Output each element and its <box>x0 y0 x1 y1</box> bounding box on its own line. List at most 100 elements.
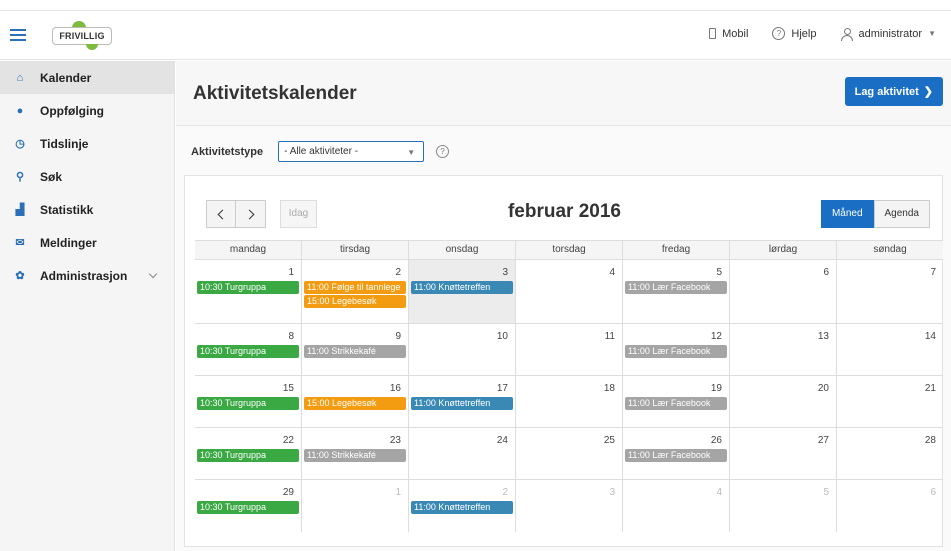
calendar-day-cell[interactable]: 6 <box>836 480 943 532</box>
calendar-grid: mandag tirsdag onsdag torsdag fredag lør… <box>195 240 943 532</box>
activity-type-select[interactable]: - Alle aktiviteter - ▼ <box>278 141 425 162</box>
day-number: 24 <box>496 435 508 446</box>
home-icon: ⌂ <box>16 71 24 84</box>
weekday-label: søndag <box>836 241 943 259</box>
calendar-day-cell[interactable]: 6 <box>729 260 836 323</box>
calendar-day-cell[interactable]: 24 <box>408 428 515 479</box>
calendar-day-cell[interactable]: 22 10:30 Turgruppa <box>195 428 301 479</box>
logo[interactable]: FRIVILLIG <box>52 21 112 50</box>
sidebar-item-kalender[interactable]: ⌂ Kalender <box>0 61 174 94</box>
calendar-event[interactable]: 11:00 Knøttetreffen <box>411 397 513 410</box>
calendar-day-cell[interactable]: 9 11:00 Strikkekafé <box>301 324 408 375</box>
calendar-day-cell[interactable]: 7 <box>836 260 943 323</box>
calendar-event[interactable]: 10:30 Turgruppa <box>197 397 299 410</box>
calendar-event[interactable]: 10:30 Turgruppa <box>197 501 299 514</box>
calendar-day-cell[interactable]: 3 <box>515 480 622 532</box>
user-menu[interactable]: administrator ▼ <box>840 27 936 41</box>
calendar-day-cell[interactable]: 1 <box>301 480 408 532</box>
calendar-day-cell[interactable]: 17 11:00 Knøttetreffen <box>408 376 515 427</box>
create-activity-button[interactable]: Lag aktivitet ❯ <box>844 77 943 106</box>
calendar-day-cell[interactable]: 4 <box>622 480 729 532</box>
chevron-right-icon: ❯ <box>923 86 933 98</box>
day-number: 20 <box>817 383 829 394</box>
calendar-day-cell[interactable]: 2 11:00 Knøttetreffen <box>408 480 515 532</box>
question-circle-icon[interactable]: ? <box>436 145 450 158</box>
calendar-day-cell[interactable]: 20 <box>729 376 836 427</box>
user-icon <box>840 27 853 41</box>
sidebar-item-statistikk[interactable]: ▟ Statistikk <box>0 193 174 226</box>
calendar-event[interactable]: 15:00 Legebesøk <box>304 397 406 410</box>
calendar-day-cell[interactable]: 12 11:00 Lær Facebook <box>622 324 729 375</box>
help-link[interactable]: ? Hjelp <box>772 27 817 40</box>
calendar-event[interactable]: 15:00 Legebesøk <box>304 295 406 308</box>
weekday-label: fredag <box>622 241 729 259</box>
calendar-day-cell[interactable]: 19 11:00 Lær Facebook <box>622 376 729 427</box>
sidebar-item-label: Administrasjon <box>40 268 128 283</box>
day-number: 6 <box>823 267 829 278</box>
agenda-view-button[interactable]: Agenda <box>873 200 930 228</box>
top-bar: FRIVILLIG Mobil ? Hjelp administrator ▼ <box>0 10 951 60</box>
calendar-day-cell[interactable]: 5 11:00 Lær Facebook <box>622 260 729 323</box>
activity-type-value: - Alle aktiviteter - <box>284 146 359 157</box>
calendar-event[interactable]: 11:00 Lær Facebook <box>625 397 727 410</box>
page-title: Aktivitetskalender <box>193 83 357 104</box>
calendar-day-cell[interactable]: 25 <box>515 428 622 479</box>
calendar-day-cell[interactable]: 5 <box>729 480 836 532</box>
calendar-event[interactable]: 11:00 Knøttetreffen <box>411 281 513 294</box>
day-number: 4 <box>716 487 722 498</box>
calendar-event[interactable]: 10:30 Turgruppa <box>197 345 299 358</box>
calendar-weeks: 1 10:30 Turgruppa 2 11:00 Følge til tannleg… <box>195 260 943 532</box>
sidebar-item-oppfolging[interactable]: ● Oppfølging <box>0 94 174 127</box>
day-number: 4 <box>609 267 615 278</box>
calendar-day-cell[interactable]: 18 <box>515 376 622 427</box>
sidebar-item-label: Kalender <box>40 70 92 85</box>
search-icon: ⚲ <box>15 170 25 183</box>
sidebar-item-meldinger[interactable]: ✉ Meldinger <box>0 226 174 259</box>
logo-text: FRIVILLIG <box>52 27 112 45</box>
calendar-day-cell[interactable]: 8 10:30 Turgruppa <box>195 324 301 375</box>
day-number: 3 <box>609 487 615 498</box>
group-icon: ● <box>16 104 24 117</box>
day-number: 11 <box>604 331 615 342</box>
calendar-day-cell[interactable]: 27 <box>729 428 836 479</box>
calendar-day-cell[interactable]: 23 11:00 Strikkekafé <box>301 428 408 479</box>
calendar-event[interactable]: 11:00 Strikkekafé <box>304 449 406 462</box>
calendar-day-cell[interactable]: 13 <box>729 324 836 375</box>
calendar-day-cell[interactable]: 16 15:00 Legebesøk <box>301 376 408 427</box>
sidebar-item-tidslinje[interactable]: ◷ Tidslinje <box>0 127 174 160</box>
calendar-event[interactable]: 11:00 Strikkekafé <box>304 345 406 358</box>
calendar-event[interactable]: 11:00 Lær Facebook <box>625 345 727 358</box>
hamburger-menu-icon[interactable] <box>10 26 26 42</box>
help-label: Hjelp <box>791 27 817 40</box>
calendar-event[interactable]: 11:00 Lær Facebook <box>625 281 727 294</box>
calendar-event[interactable]: 11:00 Lær Facebook <box>625 449 727 462</box>
day-number: 1 <box>395 487 401 498</box>
calendar-day-cell[interactable]: 2 11:00 Følge til tannlege 15:00 Legebesøk <box>301 260 408 323</box>
sidebar-item-administrasjon[interactable]: ✿ Administrasjon <box>0 259 174 292</box>
calendar-day-cell[interactable]: 21 <box>836 376 943 427</box>
calendar-day-cell[interactable]: 4 <box>515 260 622 323</box>
day-number: 8 <box>288 331 294 342</box>
calendar-event[interactable]: 11:00 Følge til tannlege <box>304 281 406 294</box>
calendar-day-cell[interactable]: 1 10:30 Turgruppa <box>195 260 301 323</box>
day-number: 13 <box>817 331 829 342</box>
day-number: 12 <box>710 331 722 342</box>
sidebar-item-sok[interactable]: ⚲ Søk <box>0 160 174 193</box>
day-number: 9 <box>395 331 401 342</box>
calendar-day-cell[interactable]: 14 <box>836 324 943 375</box>
calendar-event[interactable]: 11:00 Knøttetreffen <box>411 501 513 514</box>
calendar-day-cell[interactable]: 10 <box>408 324 515 375</box>
calendar-day-cell[interactable]: 28 <box>836 428 943 479</box>
calendar-day-cell[interactable]: 29 10:30 Turgruppa <box>195 480 301 532</box>
mobile-link[interactable]: Mobil <box>709 28 748 40</box>
calendar-day-cell[interactable]: 15 10:30 Turgruppa <box>195 376 301 427</box>
calendar-day-cell[interactable]: 11 <box>515 324 622 375</box>
calendar-event[interactable]: 10:30 Turgruppa <box>197 281 299 294</box>
day-number: 2 <box>502 487 508 498</box>
calendar-day-cell[interactable]: 26 11:00 Lær Facebook <box>622 428 729 479</box>
day-number: 25 <box>603 435 615 446</box>
calendar-event[interactable]: 10:30 Turgruppa <box>197 449 299 462</box>
weekday-label: tirsdag <box>301 241 408 259</box>
calendar-day-cell[interactable]: 3 11:00 Knøttetreffen <box>408 260 515 323</box>
month-view-button[interactable]: Måned <box>820 200 874 228</box>
